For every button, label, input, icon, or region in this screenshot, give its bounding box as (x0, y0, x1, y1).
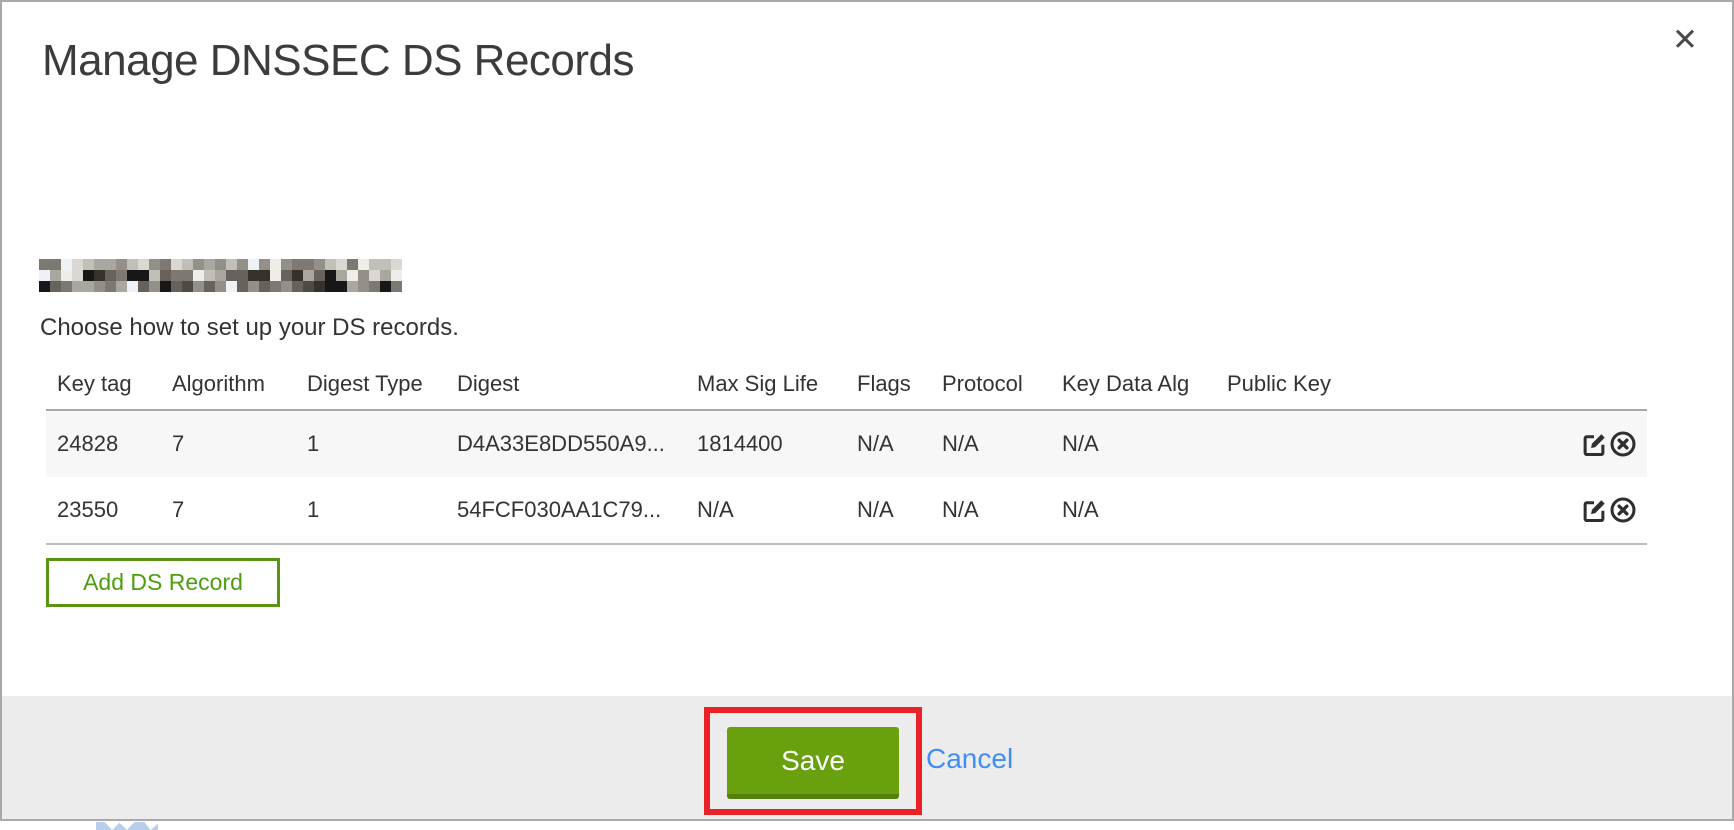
modal-footer: Save Cancel (2, 696, 1732, 819)
cell-algorithm: 7 (161, 410, 296, 477)
row-actions (1546, 477, 1647, 544)
cell-digest-type: 1 (296, 477, 446, 544)
cell-digest: 54FCF030AA1C79... (446, 477, 686, 544)
cell-protocol: N/A (931, 410, 1051, 477)
cell-public-key (1216, 410, 1546, 477)
table-row: 23550 7 1 54FCF030AA1C79... N/A N/A N/A … (46, 477, 1647, 544)
col-header-algorithm: Algorithm (161, 358, 296, 410)
cell-flags: N/A (846, 410, 931, 477)
cell-protocol: N/A (931, 477, 1051, 544)
col-header-digest-type: Digest Type (296, 358, 446, 410)
cell-digest-type: 1 (296, 410, 446, 477)
delete-record-button[interactable] (1609, 496, 1637, 524)
manage-dnssec-ds-records-modal: Manage DNSSEC DS Records ✕ Choose how to… (0, 0, 1734, 821)
cancel-link[interactable]: Cancel (926, 743, 1013, 775)
underlying-page-fragment (96, 822, 158, 830)
table-row: 24828 7 1 D4A33E8DD550A9... 1814400 N/A … (46, 410, 1647, 477)
edit-icon (1580, 430, 1608, 458)
instruction-text: Choose how to set up your DS records. (40, 314, 459, 342)
close-icon[interactable]: ✕ (1672, 24, 1698, 55)
redacted-domain-name (39, 259, 402, 292)
col-header-max-sig-life: Max Sig Life (686, 358, 846, 410)
cell-max-sig-life: N/A (686, 477, 846, 544)
row-actions (1546, 410, 1647, 477)
cell-key-tag: 23550 (46, 477, 161, 544)
cell-algorithm: 7 (161, 477, 296, 544)
col-header-public-key: Public Key (1216, 358, 1546, 410)
cell-public-key (1216, 477, 1546, 544)
cell-key-tag: 24828 (46, 410, 161, 477)
annotation-highlight: Save (704, 707, 922, 815)
ds-records-table: Key tag Algorithm Digest Type Digest Max… (46, 358, 1647, 545)
col-header-digest: Digest (446, 358, 686, 410)
page-title: Manage DNSSEC DS Records (42, 36, 634, 86)
col-header-key-tag: Key tag (46, 358, 161, 410)
cell-key-data-alg: N/A (1051, 410, 1216, 477)
col-header-protocol: Protocol (931, 358, 1051, 410)
col-header-key-data-alg: Key Data Alg (1051, 358, 1216, 410)
delete-x-icon (1609, 496, 1637, 524)
delete-record-button[interactable] (1609, 430, 1637, 458)
edit-record-button[interactable] (1580, 496, 1608, 524)
table-header-row: Key tag Algorithm Digest Type Digest Max… (46, 358, 1647, 410)
edit-icon (1580, 496, 1608, 524)
cell-max-sig-life: 1814400 (686, 410, 846, 477)
cell-digest: D4A33E8DD550A9... (446, 410, 686, 477)
cell-flags: N/A (846, 477, 931, 544)
col-header-flags: Flags (846, 358, 931, 410)
delete-x-icon (1609, 430, 1637, 458)
save-button[interactable]: Save (727, 727, 899, 799)
col-header-actions (1546, 358, 1647, 410)
cell-key-data-alg: N/A (1051, 477, 1216, 544)
underlying-page-strip (0, 821, 1734, 830)
add-ds-record-button[interactable]: Add DS Record (46, 558, 280, 607)
edit-record-button[interactable] (1580, 430, 1608, 458)
